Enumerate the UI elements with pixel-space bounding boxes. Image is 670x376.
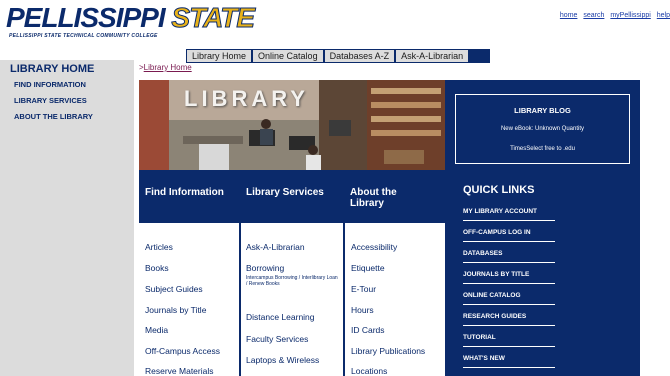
column-divider: [239, 170, 241, 376]
link-distance-learning[interactable]: Distance Learning: [246, 312, 315, 322]
quick-link-online-catalog[interactable]: ONLINE CATALOG: [463, 292, 521, 299]
library-services-header: Library Services: [240, 170, 344, 223]
link-locations[interactable]: Locations: [351, 366, 387, 376]
sidebar-item-about-the-library[interactable]: ABOUT THE LIBRARY: [14, 112, 93, 121]
quick-link-divider: [463, 241, 555, 242]
link-etiquette[interactable]: Etiquette: [351, 263, 385, 273]
link-books[interactable]: Books: [145, 263, 169, 273]
blog-item-timesselect[interactable]: TimesSelect free to .edu: [455, 146, 630, 152]
link-reserve-materials[interactable]: Reserve Materials: [145, 366, 214, 376]
mypellissippi-link[interactable]: myPellissippi: [610, 12, 650, 19]
tab-library-home[interactable]: Library Home: [187, 50, 254, 62]
quick-link-divider: [463, 367, 555, 368]
library-blog-title[interactable]: LIBRARY BLOG: [455, 106, 630, 115]
link-articles[interactable]: Articles: [145, 242, 173, 252]
about-library-title-line1: About the: [350, 187, 397, 198]
link-id-cards[interactable]: ID Cards: [351, 325, 385, 335]
help-link[interactable]: help: [657, 12, 670, 19]
logo-primary-text: PELLISSIPPI: [6, 2, 166, 33]
link-faculty-services[interactable]: Faculty Services: [246, 334, 308, 344]
quick-link-databases[interactable]: DATABASES: [463, 250, 502, 257]
quick-link-off-campus-log-in[interactable]: OFF-CAMPUS LOG IN: [463, 229, 531, 236]
borrowing-sub-links[interactable]: Intercampus Borrowing / Interlibrary Loa…: [246, 275, 338, 287]
link-journals-by-title[interactable]: Journals by Title: [145, 305, 206, 315]
quick-link-research-guides[interactable]: RESEARCH GUIDES: [463, 313, 526, 320]
breadcrumb: >Library Home: [139, 63, 192, 72]
column-divider: [343, 170, 345, 376]
quick-link-divider: [463, 283, 555, 284]
quick-link-tutorial[interactable]: TUTORIAL: [463, 334, 496, 341]
banner-library-word: LIBRARY: [184, 86, 309, 111]
link-laptops-wireless[interactable]: Laptops & Wireless: [246, 355, 319, 365]
main-tab-bar: Library Home Online Catalog Databases A-…: [186, 49, 490, 63]
about-library-title-line2: Library: [350, 198, 384, 209]
link-media[interactable]: Media: [145, 325, 168, 335]
link-hours[interactable]: Hours: [351, 305, 374, 315]
link-e-tour[interactable]: E-Tour: [351, 284, 376, 294]
utility-links: home search myPellissippi help: [556, 12, 670, 19]
about-library-title[interactable]: About the Library: [350, 187, 397, 209]
link-subject-guides[interactable]: Subject Guides: [145, 284, 203, 294]
quick-link-divider: [463, 325, 555, 326]
link-ask-a-librarian[interactable]: Ask-A-Librarian: [246, 242, 305, 252]
sidebar-item-library-services[interactable]: LIBRARY SERVICES: [14, 96, 87, 105]
link-accessibility[interactable]: Accessibility: [351, 242, 397, 252]
quick-links-title: QUICK LINKS: [463, 184, 535, 196]
quick-link-divider: [463, 220, 555, 221]
college-logo[interactable]: PELLISSIPPI STATE: [6, 2, 256, 33]
link-off-campus-access[interactable]: Off-Campus Access: [145, 346, 220, 356]
column-divider: [445, 170, 453, 376]
quick-link-whats-new[interactable]: WHAT'S NEW: [463, 355, 505, 362]
sidebar-item-find-information[interactable]: FIND INFORMATION: [14, 80, 86, 89]
quick-link-journals-by-title[interactable]: JOURNALS BY TITLE: [463, 271, 529, 278]
blog-item-unknown-quantity[interactable]: New eBook: Unknown Quantity: [455, 126, 630, 132]
library-services-title[interactable]: Library Services: [246, 187, 324, 198]
quick-link-divider: [463, 346, 555, 347]
logo-tagline: PELLISSIPPI STATE TECHNICAL COMMUNITY CO…: [9, 33, 158, 39]
link-library-publications[interactable]: Library Publications: [351, 346, 425, 356]
tab-ask-a-librarian[interactable]: Ask-A-Librarian: [396, 50, 471, 62]
breadcrumb-library-home-link[interactable]: Library Home: [144, 63, 192, 72]
link-borrowing[interactable]: Borrowing: [246, 263, 284, 273]
tab-online-catalog[interactable]: Online Catalog: [253, 50, 325, 62]
about-library-header: About the Library: [344, 170, 445, 223]
home-link[interactable]: home: [560, 12, 578, 19]
find-information-title[interactable]: Find Information: [145, 187, 224, 198]
quick-link-divider: [463, 262, 555, 263]
sidebar-title: LIBRARY HOME: [10, 63, 95, 75]
left-sidebar: [0, 60, 134, 376]
quick-link-divider: [463, 304, 555, 305]
quick-link-my-library-account[interactable]: MY LIBRARY ACCOUNT: [463, 208, 537, 215]
tab-databases-az[interactable]: Databases A-Z: [324, 50, 397, 62]
search-link[interactable]: search: [583, 12, 604, 19]
find-information-header: Find Information: [139, 170, 240, 223]
logo-secondary-text: STATE: [171, 2, 256, 33]
